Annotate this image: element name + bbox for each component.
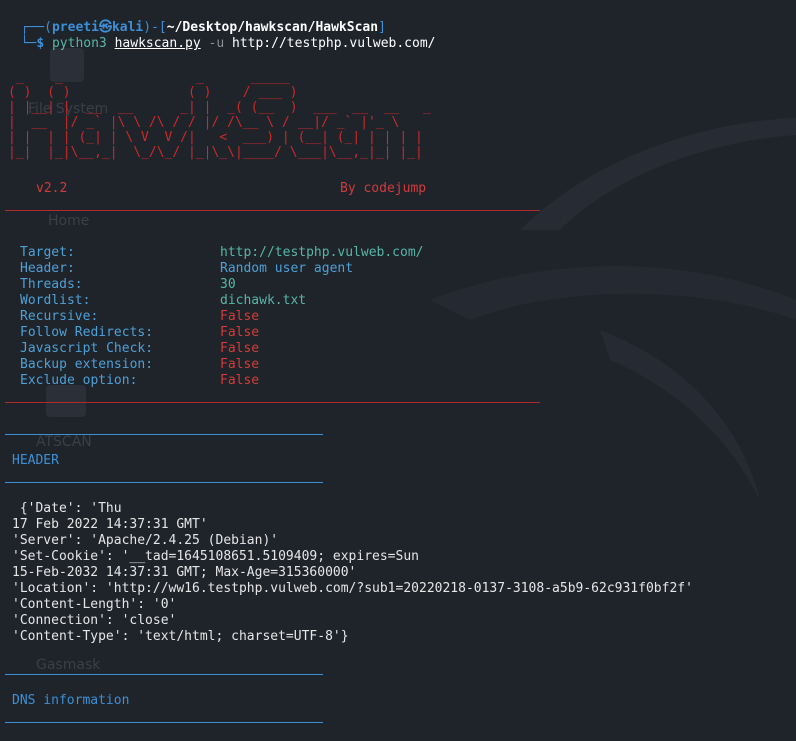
divider xyxy=(5,434,323,435)
config-value: False xyxy=(220,309,260,324)
desktop-label-atscan: ATSCAN xyxy=(36,434,92,450)
config-value: dichawk.txt xyxy=(220,293,307,308)
divider xyxy=(5,674,323,675)
header-output-line: {'Date': 'Thu xyxy=(12,501,122,516)
divider xyxy=(5,722,323,723)
config-label: Javascript Check: xyxy=(20,341,154,356)
ascii-banner-line: | | | | (_| | \ V V /| < ___) | (__| (_|… xyxy=(8,130,423,145)
divider xyxy=(5,402,540,403)
config-label: Backup extension: xyxy=(20,357,154,372)
header-output-line: 'Content-Length': '0' xyxy=(12,597,177,612)
ascii-banner-line: ( ) ( ) ( ) / ___ ) xyxy=(8,85,431,100)
command-name: python3 xyxy=(51,36,107,51)
prompt-dollar: $ xyxy=(36,36,45,51)
command-script: hawkscan.py xyxy=(114,36,201,51)
divider xyxy=(5,210,540,211)
command-line[interactable]: └─$ python3 hawkscan.py -u http://testph… xyxy=(5,20,436,51)
config-label: Target: xyxy=(20,245,75,260)
prompt-line: ┌──(preeti㉿kali)-[~/Desktop/hawkscan/Haw… xyxy=(5,4,386,35)
header-output-line: 'Location': 'http://ww16.testphp.vulweb.… xyxy=(12,581,693,596)
config-label: Follow Redirects: xyxy=(20,325,154,340)
header-output-line: 17 Feb 2022 14:37:31 GMT' xyxy=(12,517,208,532)
config-value: False xyxy=(220,373,260,388)
desktop-label-home: Home xyxy=(48,213,90,229)
config-label: Recursive: xyxy=(20,309,99,324)
command-url: http://testphp.vulweb.com/ xyxy=(232,36,436,51)
divider xyxy=(5,482,323,483)
config-value: False xyxy=(220,357,260,372)
prompt-corner-bottom: └─ xyxy=(20,36,37,51)
config-label: Threads: xyxy=(20,277,83,292)
config-value: http://testphp.vulweb.com/ xyxy=(220,245,424,260)
header-section-title: HEADER xyxy=(12,453,59,468)
config-label: Header: xyxy=(20,261,75,276)
ascii-banner-line: _ _ _ _____ xyxy=(8,70,431,85)
config-value: 30 xyxy=(220,277,236,292)
banner-author: By codejump xyxy=(340,181,427,196)
dns-section-title: DNS information xyxy=(12,693,130,708)
config-label: Wordlist: xyxy=(20,293,91,308)
banner-version: v2.2 xyxy=(36,181,68,196)
config-value: False xyxy=(220,325,260,340)
header-output-line: 'Connection': 'close' xyxy=(12,613,177,628)
ascii-banner-line: |_| |_|\__,_| \_/\_/ |_|\_\|____/ \___|\… xyxy=(8,145,423,160)
config-label: Exclude option: xyxy=(20,373,138,388)
header-output-line: 15-Feb-2032 14:37:31 GMT; Max-Age=315360… xyxy=(12,565,357,580)
ascii-banner-line: | |__| | __ __ _| | _( (__ ) ___ __ __ _ xyxy=(8,100,439,115)
desktop-label-gasmask: Gasmask xyxy=(36,657,101,673)
atscan-icon xyxy=(46,385,86,417)
command-flag: -u xyxy=(208,36,225,51)
config-value: Random user agent xyxy=(220,261,354,276)
config-value: False xyxy=(220,341,260,356)
header-output-line: 'Set-Cookie': '__tad=1645108651.5109409;… xyxy=(12,549,419,564)
header-output-line: 'Server': 'Apache/2.4.25 (Debian)' xyxy=(12,533,279,548)
hawkscan-ascii-banner: _ _ _ _____ ( ) ( ) ( ) / ___ ) | |__| |… xyxy=(8,70,438,160)
header-output-line: 'Content-Type': 'text/html; charset=UTF-… xyxy=(12,629,349,644)
ascii-banner-line: | __ |/ _` |\ \ /\ / / |/ /\__ \ / __|/ … xyxy=(8,115,408,130)
